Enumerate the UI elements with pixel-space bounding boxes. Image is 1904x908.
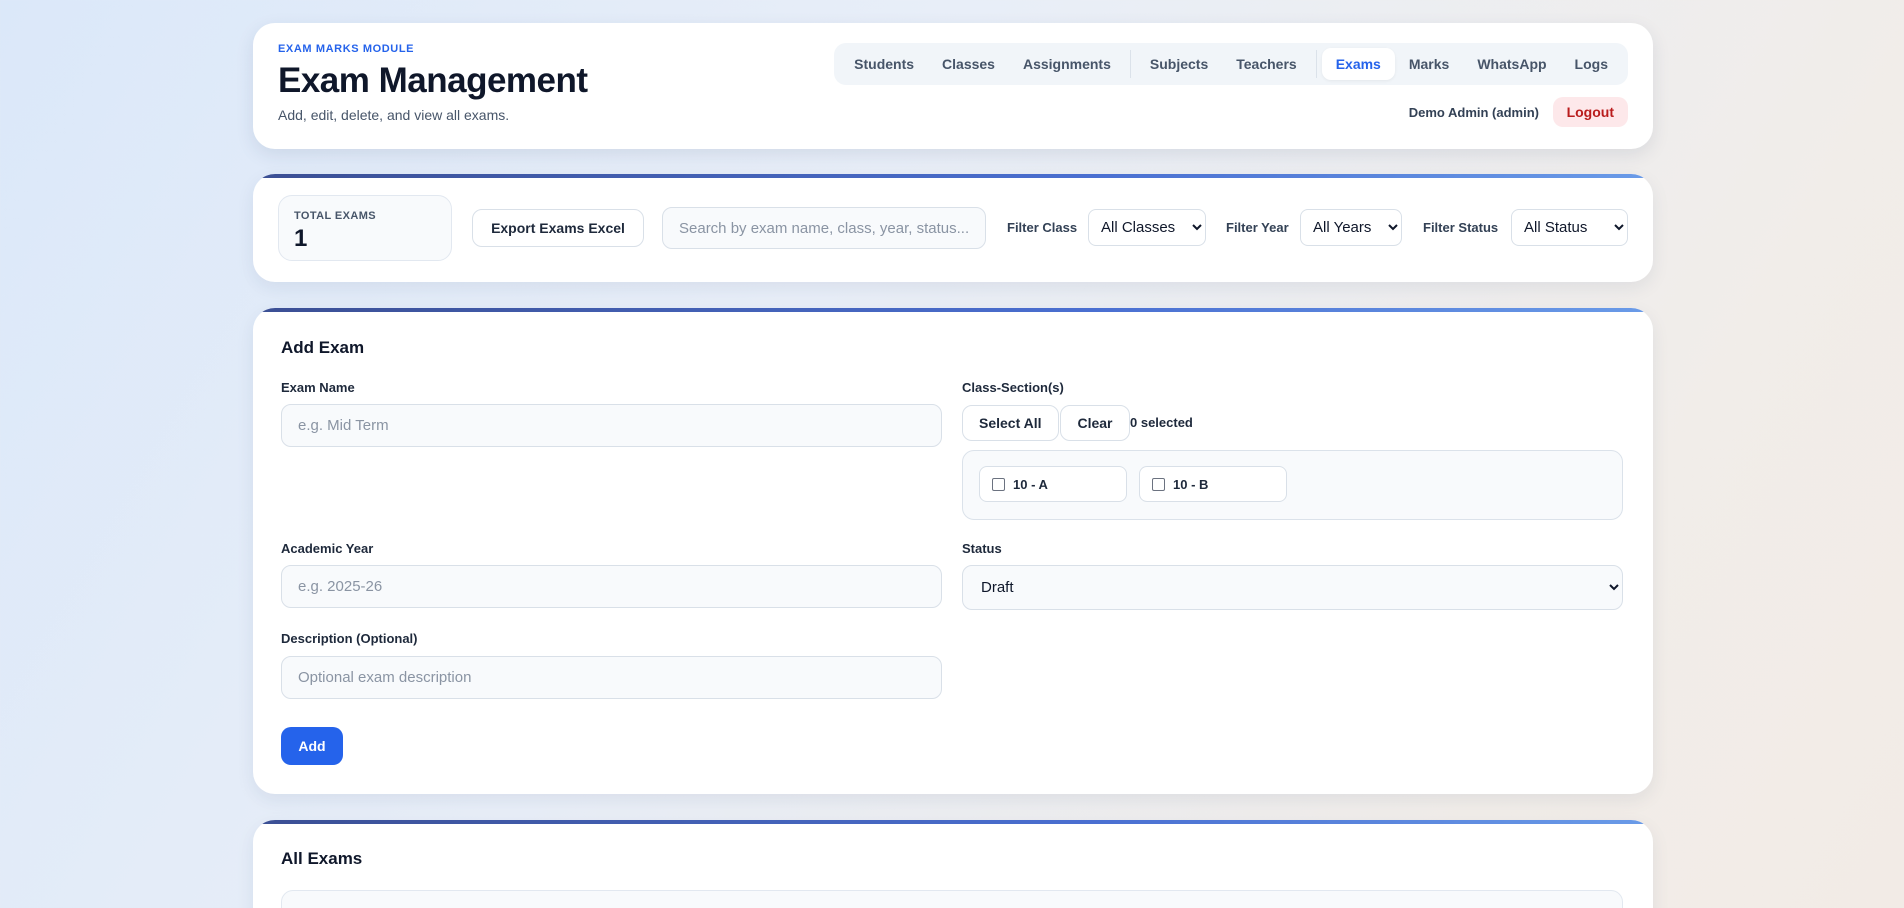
- all-exams-title: All Exams: [281, 849, 363, 868]
- status-label: Status: [962, 541, 1002, 556]
- nav-divider: [1129, 50, 1131, 78]
- total-exams-value: 1: [294, 225, 308, 252]
- filter-class-select[interactable]: All Classes: [1088, 209, 1206, 246]
- logout-button[interactable]: Logout: [1552, 97, 1628, 127]
- nav-item-marks[interactable]: Marks: [1395, 48, 1463, 80]
- export-exams-button[interactable]: Export Exams Excel: [472, 209, 644, 247]
- description-label: Description (Optional): [281, 631, 418, 646]
- nav-item-students[interactable]: Students: [840, 48, 928, 80]
- class-section-list: 10 - A 10 - B: [962, 450, 1623, 520]
- nav-item-whatsapp[interactable]: WhatsApp: [1463, 48, 1560, 80]
- add-exam-card: Add Exam Exam Name Class-Section(s) Sele…: [253, 308, 1653, 794]
- exams-table: [281, 890, 1623, 908]
- add-exam-button[interactable]: Add: [281, 727, 343, 765]
- total-exams-stat: TOTAL EXAMS 1: [278, 195, 452, 261]
- nav-item-logs[interactable]: Logs: [1561, 48, 1622, 80]
- page-title: Exam Management: [278, 61, 588, 100]
- class-option-10a[interactable]: 10 - A: [979, 466, 1127, 502]
- page-subtitle: Add, edit, delete, and view all exams.: [278, 107, 510, 123]
- filter-status-select[interactable]: All Status: [1511, 209, 1628, 246]
- filter-year-select[interactable]: All Years: [1300, 209, 1402, 246]
- nav-item-classes[interactable]: Classes: [928, 48, 1009, 80]
- description-input[interactable]: [281, 656, 942, 699]
- header-card: EXAM MARKS MODULE Exam Management Add, e…: [253, 23, 1653, 149]
- all-exams-card: All Exams: [253, 820, 1653, 908]
- filter-year-label: Filter Year: [1226, 220, 1289, 235]
- nav-item-teachers[interactable]: Teachers: [1222, 48, 1310, 80]
- search-input[interactable]: [662, 207, 986, 249]
- top-nav: Students Classes Assignments Subjects Te…: [834, 43, 1628, 85]
- class-option-label: 10 - A: [1013, 476, 1048, 492]
- current-user: Demo Admin (admin): [1408, 105, 1539, 120]
- filter-status-label: Filter Status: [1423, 220, 1499, 235]
- checkbox[interactable]: [992, 477, 1005, 491]
- exam-name-label: Exam Name: [281, 380, 355, 395]
- class-section-label: Class-Section(s): [962, 380, 1064, 395]
- nav-item-subjects[interactable]: Subjects: [1136, 48, 1222, 80]
- academic-year-input[interactable]: [281, 565, 942, 608]
- academic-year-label: Academic Year: [281, 541, 374, 556]
- filter-class-label: Filter Class: [1007, 220, 1078, 235]
- status-select[interactable]: Draft: [962, 565, 1623, 610]
- exam-name-input[interactable]: [281, 404, 942, 447]
- selected-count: 0 selected: [1130, 415, 1193, 430]
- class-option-label: 10 - B: [1173, 476, 1209, 492]
- checkbox[interactable]: [1152, 477, 1165, 491]
- select-all-button[interactable]: Select All: [962, 405, 1059, 441]
- class-option-10b[interactable]: 10 - B: [1139, 466, 1287, 502]
- toolbar-card: TOTAL EXAMS 1 Export Exams Excel Filter …: [253, 174, 1653, 282]
- module-eyebrow: EXAM MARKS MODULE: [278, 43, 415, 55]
- nav-divider: [1315, 50, 1317, 78]
- total-exams-label: TOTAL EXAMS: [294, 210, 377, 222]
- add-exam-title: Add Exam: [281, 338, 365, 357]
- nav-item-exams[interactable]: Exams: [1321, 48, 1395, 80]
- nav-item-assignments[interactable]: Assignments: [1009, 48, 1125, 80]
- clear-button[interactable]: Clear: [1060, 405, 1130, 441]
